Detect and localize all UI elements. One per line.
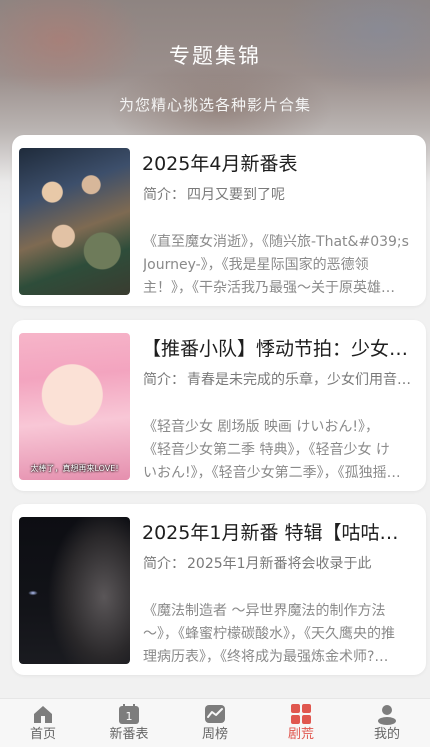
tab-drama-shortage[interactable]: 剧荒: [258, 699, 344, 747]
collection-intro: 简介： 青春是未完成的乐章，少女们用音…: [143, 369, 415, 389]
description-line: 《魔法制造者 ～异世界魔法的制作方法: [143, 603, 386, 619]
description-line: いおん!》，《轻音少女第二季》，《孤独摇…: [143, 465, 401, 481]
tab-label: 首页: [29, 727, 56, 742]
description-line: 《轻音少女第二季 特典》，《轻音少女 け: [143, 442, 390, 458]
intro-text: 青春是未完成的乐章，少女们用音…: [187, 372, 411, 388]
calendar-icon: 1: [118, 703, 140, 725]
tab-label: 周榜: [201, 727, 228, 742]
collection-title: 【推番小队】悸动节拍：少女乐…: [142, 338, 414, 360]
intro-text: 四月又要到了呢: [187, 187, 285, 203]
tab-profile[interactable]: 我的: [344, 699, 430, 747]
collection-intro: 简介： 2025年1月新番将会收录于此: [143, 553, 415, 573]
collection-title: 2025年1月新番 特辑【咕咕番】: [142, 522, 414, 544]
intro-text: 2025年1月新番将会收录于此: [187, 556, 372, 572]
chart-icon: [204, 703, 226, 725]
page-subtitle: 为您精心挑选各种影片合集: [118, 96, 311, 114]
collection-description: 《直至魔女消逝》，《随兴旅-That&#039;s Journey-》，《我是星…: [143, 231, 415, 300]
collection-card[interactable]: 太棒了，真想再来LOVE! 【推番小队】悸动节拍：少女乐… 简介： 青春是未完成的…: [12, 320, 426, 491]
user-icon: [376, 703, 398, 725]
collection-title: 2025年4月新番表: [142, 153, 298, 175]
tab-label: 我的: [373, 727, 400, 742]
collection-cover-image: 太棒了，真想再来LOVE!: [19, 333, 130, 480]
tab-label: 新番表: [109, 727, 149, 742]
description-line: Journey-》，《我是星际国家的恶德领: [143, 257, 369, 273]
tab-home[interactable]: 首页: [0, 699, 86, 747]
intro-label: 简介：: [143, 372, 185, 388]
home-icon: [32, 703, 54, 725]
description-line: 主！》，《干杂活我乃最强～关于原英雄…: [143, 280, 395, 296]
description-line: 理病历表》，《终将成为最强炼金术师?…: [143, 649, 389, 665]
intro-label: 简介：: [143, 187, 185, 203]
collection-description: 《魔法制造者 ～异世界魔法的制作方法 ～》，《蜂蜜柠檬碳酸水》，《天久鹰央的推 …: [143, 600, 415, 669]
collection-card[interactable]: 2025年1月新番 特辑【咕咕番】 简介： 2025年1月新番将会收录于此 《魔法…: [12, 504, 426, 675]
description-line: 《轻音少女 剧场版 映画 けいおん!》，: [143, 419, 379, 435]
collection-intro: 简介： 四月又要到了呢: [143, 184, 415, 204]
bottom-tab-bar: 首页 1 新番表 周榜 剧荒 我的: [0, 698, 430, 747]
tab-new-anime[interactable]: 1 新番表: [86, 699, 172, 747]
cover-caption: 太棒了，真想再来LOVE!: [30, 464, 119, 473]
collection-card[interactable]: 2025年4月新番表 简介： 四月又要到了呢 《直至魔女消逝》，《随兴旅-That…: [12, 135, 426, 306]
intro-label: 简介：: [143, 556, 185, 572]
tab-weekly-rank[interactable]: 周榜: [172, 699, 258, 747]
calendar-badge: 1: [126, 710, 133, 723]
grid-icon: [290, 703, 312, 725]
page-title: 专题集锦: [169, 44, 261, 68]
collection-cover-image: [19, 148, 130, 295]
tab-label: 剧荒: [287, 727, 314, 742]
description-line: ～》，《蜂蜜柠檬碳酸水》，《天久鹰央的推: [143, 626, 395, 642]
collection-cover-image: [19, 517, 130, 664]
description-line: 《直至魔女消逝》，《随兴旅-That&#039;s: [143, 234, 409, 250]
collection-description: 《轻音少女 剧场版 映画 けいおん!》， 《轻音少女第二季 特典》，《轻音少女 …: [143, 416, 415, 485]
